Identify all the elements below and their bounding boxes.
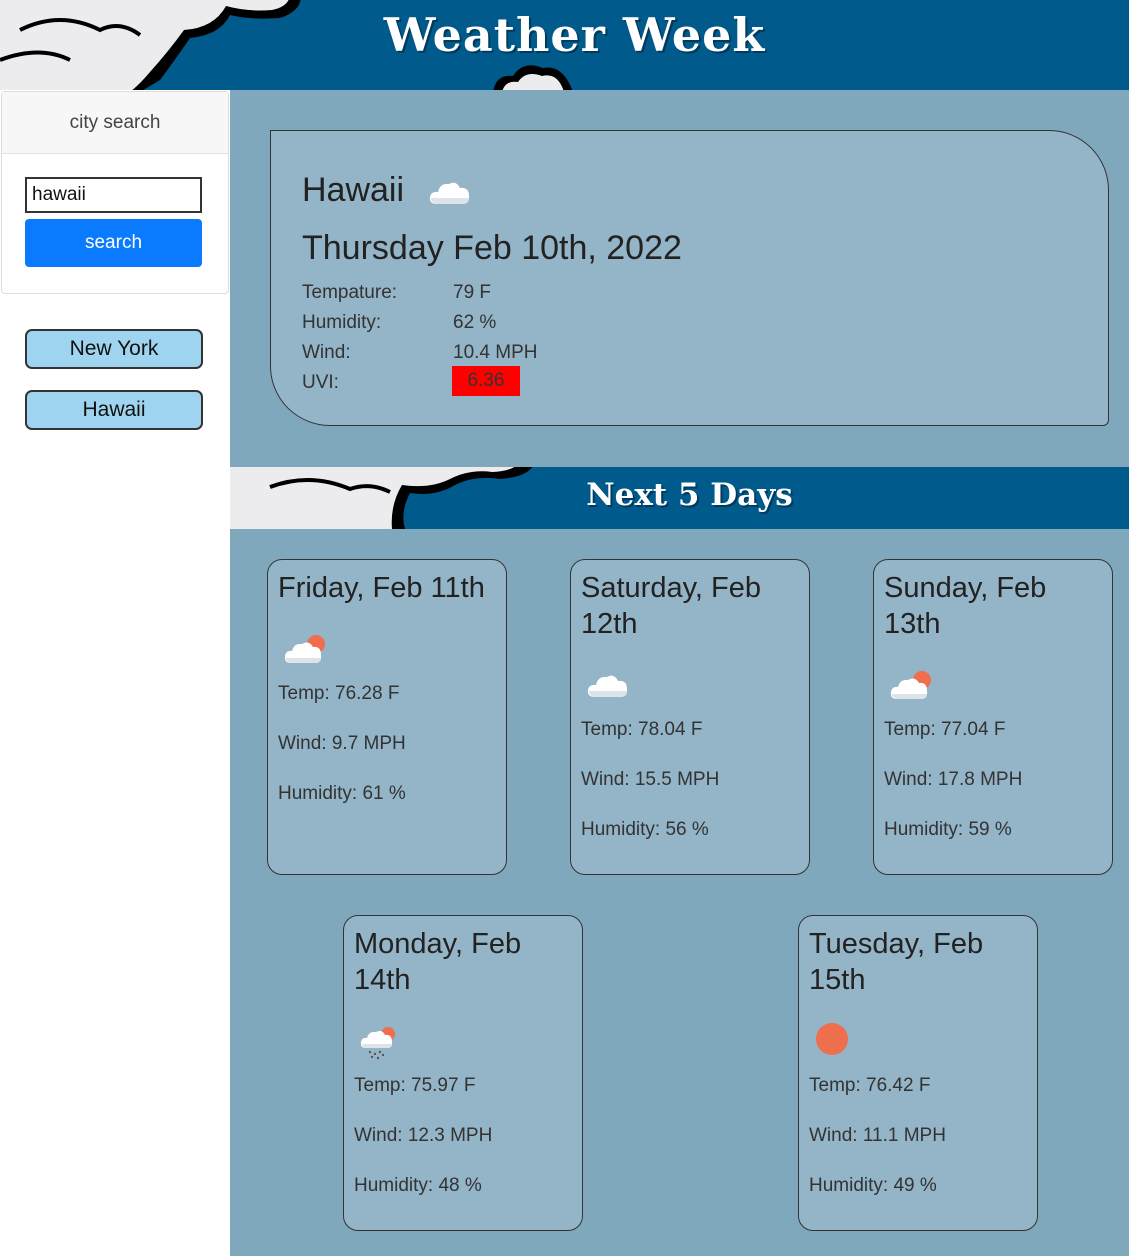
app-header: Weather Week — [0, 0, 1129, 90]
forecast-humidity: Humidity: 56 % — [581, 819, 709, 840]
forecast-card: Tuesday, Feb 15th Temp: 76.42 F Wind: 11… — [798, 915, 1038, 1231]
forecast-wind: Wind: 11.1 MPH — [809, 1125, 946, 1146]
current-city-name: Hawaii — [302, 171, 405, 209]
forecast-date: Monday, Feb 14th — [354, 928, 522, 996]
forecast-wind: Wind: 9.7 MPH — [278, 733, 406, 754]
partly-cloudy-icon — [284, 635, 325, 663]
rain-sun-icon — [360, 1027, 395, 1060]
uvi-badge: 6.36 — [452, 366, 520, 396]
uvi-label: UVI: — [302, 372, 339, 393]
forecast-humidity: Humidity: 48 % — [354, 1175, 482, 1196]
humidity-label: Humidity: — [302, 312, 382, 333]
city-search-title: city search — [2, 92, 228, 154]
header-small-cloud-decoration — [493, 65, 573, 90]
forecast-wind: Wind: 17.8 MPH — [884, 769, 1023, 790]
forecast-date: Tuesday, Feb 15th — [809, 928, 984, 996]
wind-label: Wind: — [302, 342, 351, 363]
forecast-wind: Wind: 12.3 MPH — [354, 1125, 493, 1146]
city-search-input[interactable] — [25, 177, 202, 213]
temperature-value: 79 F — [453, 282, 492, 303]
main-content: Hawaii Thursday Feb 10th, 2022 Tempature… — [230, 90, 1129, 1256]
forecast-card: Sunday, Feb 13th Temp: 77.04 F Wind: 17.… — [873, 559, 1113, 875]
forecast-banner: Next 5 Days — [230, 467, 1129, 529]
temperature-label: Tempature: — [302, 282, 398, 303]
forecast-date: Saturday, Feb 12th — [581, 572, 762, 640]
forecast-temp: Temp: 77.04 F — [884, 719, 1006, 740]
forecast-card: Saturday, Feb 12th Temp: 78.04 F Wind: 1… — [570, 559, 810, 875]
forecast-temp: Temp: 78.04 F — [581, 719, 703, 740]
forecast-card: Friday, Feb 11th Temp: 76.28 F Wind: 9.7… — [267, 559, 507, 875]
forecast-temp: Temp: 76.28 F — [278, 683, 400, 704]
sun-icon — [816, 1023, 848, 1055]
cloud-icon — [429, 182, 470, 204]
history-button-hawaii[interactable]: Hawaii — [25, 390, 203, 430]
sidebar: city search search New York Hawaii — [0, 90, 230, 920]
forecast-temp: Temp: 76.42 F — [809, 1075, 931, 1096]
forecast-date: Sunday, Feb 13th — [884, 572, 1047, 640]
current-date: Thursday Feb 10th, 2022 — [302, 229, 682, 267]
forecast-wind: Wind: 15.5 MPH — [581, 769, 720, 790]
current-weather-card: Hawaii Thursday Feb 10th, 2022 Tempature… — [270, 130, 1109, 426]
forecast-humidity: Humidity: 49 % — [809, 1175, 937, 1196]
forecast-humidity: Humidity: 61 % — [278, 783, 406, 804]
forecast-card: Monday, Feb 14th Temp: 75.97 F Wind: 12.… — [343, 915, 583, 1231]
forecast-temp: Temp: 75.97 F — [354, 1075, 476, 1096]
partly-cloudy-icon — [890, 671, 931, 699]
wind-value: 10.4 MPH — [453, 342, 538, 363]
forecast-date: Friday, Feb 11th — [278, 572, 485, 604]
forecast-humidity: Humidity: 59 % — [884, 819, 1012, 840]
search-button[interactable]: search — [25, 219, 202, 267]
app-title: Weather Week — [383, 8, 766, 62]
history-button-new-york[interactable]: New York — [25, 329, 203, 369]
cloud-icon — [587, 675, 628, 697]
forecast-title: Next 5 Days — [586, 477, 793, 513]
humidity-value: 62 % — [453, 312, 497, 333]
